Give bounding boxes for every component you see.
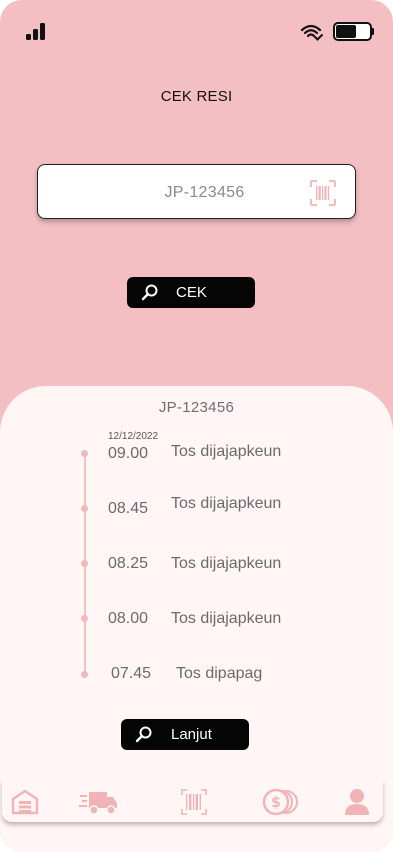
timeline-dot [81,560,88,567]
timeline-time: 07.45 [111,665,152,682]
receipt-number-input[interactable]: JP-123456 [37,164,356,219]
timeline-status: Tos dijajapkeun [171,610,282,627]
lanjut-button[interactable]: Lanjut [121,719,249,750]
search-icon [141,284,158,301]
timeline-dot [81,450,88,457]
status-bar [0,0,393,60]
timeline-status: Tos dijajapkeun [171,555,282,572]
result-receipt-number: JP-123456 [158,399,235,416]
timeline-status: Tos dipapag [176,665,263,682]
cek-button-label: CEK [176,284,207,301]
timeline-time: 08.00 [108,610,149,627]
svg-text:$: $ [271,795,281,811]
bottom-navigation: $ [2,780,383,822]
timeline-time: 09.00 [108,445,149,462]
timeline-status: Tos dijajapkeun [171,443,282,460]
signal-icon [26,23,45,40]
timeline-dot [81,505,88,512]
profile-icon[interactable] [344,788,370,816]
battery-icon [333,22,374,41]
wifi-icon [300,24,323,41]
timeline-status: Tos dijajapkeun [171,495,282,512]
timeline-time: 08.45 [108,500,149,517]
timeline-time: 08.25 [108,555,149,572]
timeline-date: 12/12/2022 [108,431,159,442]
phone-screen: CEK RESI JP-123456 CEK JP-123456 12/12/2… [0,0,393,852]
warehouse-icon[interactable] [10,788,40,816]
barcode-scan-icon[interactable] [181,788,207,816]
search-icon [135,726,152,743]
timeline-dot [81,671,88,678]
delivery-truck-icon[interactable] [79,788,119,816]
cek-button[interactable]: CEK [127,277,255,308]
lanjut-button-label: Lanjut [171,726,212,743]
money-icon[interactable]: $ [262,788,298,816]
page-title: CEK RESI [160,88,233,105]
barcode-scan-icon[interactable] [309,179,337,207]
timeline-dot [81,615,88,622]
